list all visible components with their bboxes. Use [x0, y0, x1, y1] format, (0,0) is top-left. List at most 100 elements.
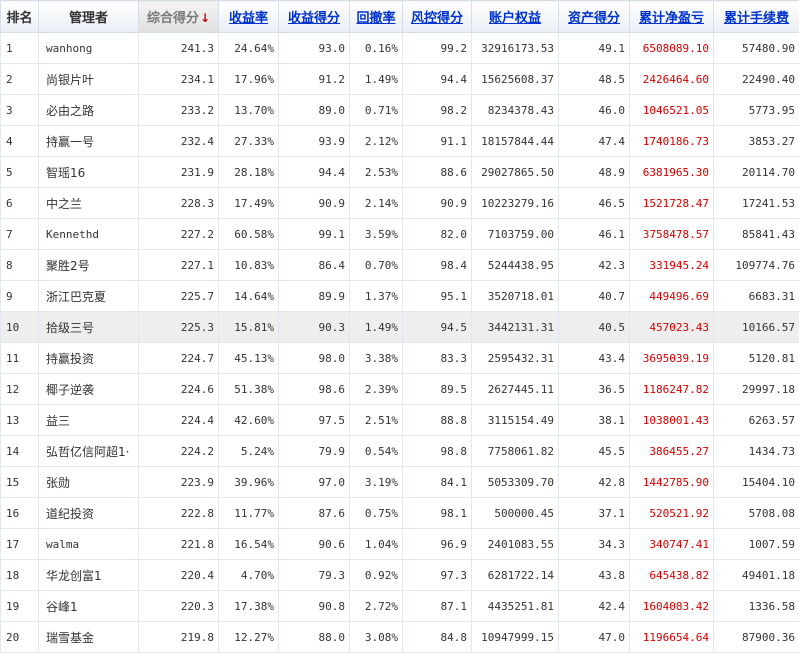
table-row: 14弘哲亿信阿超1·224.25.24%79.90.54%98.87758061… [1, 436, 799, 467]
total-score-cell: 227.1 [139, 250, 219, 281]
equity-cell: 5053309.70 [472, 467, 559, 498]
cum-fee-cell: 1336.58 [714, 591, 799, 622]
sort-down-arrow-icon: ↓ [200, 11, 210, 25]
table-row: 19谷峰1220.317.38%90.82.72%87.14435251.814… [1, 591, 799, 622]
rank-cell: 8 [1, 250, 39, 281]
cum-fee-cell: 5773.95 [714, 95, 799, 126]
equity-cell: 18157844.44 [472, 126, 559, 157]
manager-cell: 尚银片叶 [39, 64, 139, 95]
drawdown-cell: 2.12% [350, 126, 403, 157]
cum-fee-cell: 29997.18 [714, 374, 799, 405]
risk-score-cell: 97.3 [403, 560, 472, 591]
table-row: 13益三224.442.60%97.52.51%88.83115154.4938… [1, 405, 799, 436]
drawdown-cell: 2.53% [350, 157, 403, 188]
equity-cell: 6281722.14 [472, 560, 559, 591]
header-return-rate-sort[interactable]: 收益率 [219, 1, 279, 33]
cum-pnl-cell: 3758478.57 [630, 219, 714, 250]
header-drawdown-sort[interactable]: 回撤率 [350, 1, 403, 33]
equity-cell: 3115154.49 [472, 405, 559, 436]
rank-cell: 4 [1, 126, 39, 157]
return-score-cell: 90.6 [279, 529, 350, 560]
return-rate-cell: 27.33% [219, 126, 279, 157]
asset-score-cell: 47.0 [559, 622, 630, 653]
cum-pnl-cell: 6381965.30 [630, 157, 714, 188]
drawdown-cell: 1.04% [350, 529, 403, 560]
manager-cell: 智瑶16 [39, 157, 139, 188]
asset-score-cell: 42.4 [559, 591, 630, 622]
total-score-cell: 227.2 [139, 219, 219, 250]
header-total-score-sort[interactable]: 综合得分↓ [139, 1, 219, 33]
manager-cell: 持赢投资 [39, 343, 139, 374]
rank-cell: 19 [1, 591, 39, 622]
header-return-score-sort[interactable]: 收益得分 [279, 1, 350, 33]
total-score-cell: 224.6 [139, 374, 219, 405]
cum-pnl-cell: 331945.24 [630, 250, 714, 281]
rank-cell: 3 [1, 95, 39, 126]
equity-cell: 4435251.81 [472, 591, 559, 622]
risk-score-cell: 94.5 [403, 312, 472, 343]
drawdown-cell: 1.37% [350, 281, 403, 312]
equity-cell: 3442131.31 [472, 312, 559, 343]
table-row: 12椰子逆袭224.651.38%98.62.39%89.52627445.11… [1, 374, 799, 405]
cum-pnl-cell: 645438.82 [630, 560, 714, 591]
drawdown-cell: 1.49% [350, 64, 403, 95]
manager-cell: 椰子逆袭 [39, 374, 139, 405]
manager-cell: 华龙创富1 [39, 560, 139, 591]
header-asset-score-sort[interactable]: 资产得分 [559, 1, 630, 33]
asset-score-cell: 42.3 [559, 250, 630, 281]
return-rate-cell: 60.58% [219, 219, 279, 250]
drawdown-cell: 3.38% [350, 343, 403, 374]
cum-pnl-cell: 1604083.42 [630, 591, 714, 622]
risk-score-cell: 88.8 [403, 405, 472, 436]
drawdown-cell: 2.14% [350, 188, 403, 219]
equity-cell: 7758061.82 [472, 436, 559, 467]
manager-cell: 浙江巴克夏 [39, 281, 139, 312]
table-row: 2尚银片叶234.117.96%91.21.49%94.415625608.37… [1, 64, 799, 95]
return-rate-cell: 39.96% [219, 467, 279, 498]
return-rate-cell: 4.70% [219, 560, 279, 591]
return-rate-cell: 51.38% [219, 374, 279, 405]
drawdown-cell: 1.49% [350, 312, 403, 343]
equity-cell: 2627445.11 [472, 374, 559, 405]
manager-cell: 瑞雪基金 [39, 622, 139, 653]
manager-cell: 持赢一号 [39, 126, 139, 157]
manager-cell: 聚胜2号 [39, 250, 139, 281]
cum-pnl-cell: 2426464.60 [630, 64, 714, 95]
table-row: 7Kennethd227.260.58%99.13.59%82.07103759… [1, 219, 799, 250]
risk-score-cell: 87.1 [403, 591, 472, 622]
cum-pnl-cell: 1740186.73 [630, 126, 714, 157]
cum-fee-cell: 15404.10 [714, 467, 799, 498]
header-risk-score-sort[interactable]: 风控得分 [403, 1, 472, 33]
cum-fee-cell: 3853.27 [714, 126, 799, 157]
drawdown-cell: 3.08% [350, 622, 403, 653]
equity-cell: 10223279.16 [472, 188, 559, 219]
return-rate-cell: 11.77% [219, 498, 279, 529]
rank-cell: 10 [1, 312, 39, 343]
header-cum-fee-sort[interactable]: 累计手续费 [714, 1, 799, 33]
header-cum-pnl-sort[interactable]: 累计净盈亏 [630, 1, 714, 33]
return-rate-cell: 45.13% [219, 343, 279, 374]
rank-cell: 12 [1, 374, 39, 405]
asset-score-cell: 49.1 [559, 33, 630, 64]
header-equity-sort[interactable]: 账户权益 [472, 1, 559, 33]
return-score-cell: 89.0 [279, 95, 350, 126]
cum-pnl-cell: 1186247.82 [630, 374, 714, 405]
cum-fee-cell: 5120.81 [714, 343, 799, 374]
drawdown-cell: 0.75% [350, 498, 403, 529]
total-score-cell: 221.8 [139, 529, 219, 560]
drawdown-cell: 0.16% [350, 33, 403, 64]
ranking-table: 排名 管理者 综合得分↓ 收益率 收益得分 回撤率 风控得分 账户权益 资产得分… [0, 0, 799, 653]
manager-cell: 必由之路 [39, 95, 139, 126]
cum-fee-cell: 6683.31 [714, 281, 799, 312]
cum-pnl-cell: 3695039.19 [630, 343, 714, 374]
return-score-cell: 86.4 [279, 250, 350, 281]
risk-score-cell: 83.3 [403, 343, 472, 374]
return-rate-cell: 17.96% [219, 64, 279, 95]
cum-pnl-cell: 457023.43 [630, 312, 714, 343]
header-manager: 管理者 [39, 1, 139, 33]
risk-score-cell: 98.2 [403, 95, 472, 126]
rank-cell: 18 [1, 560, 39, 591]
cum-pnl-cell: 449496.69 [630, 281, 714, 312]
return-score-cell: 90.8 [279, 591, 350, 622]
risk-score-cell: 98.4 [403, 250, 472, 281]
